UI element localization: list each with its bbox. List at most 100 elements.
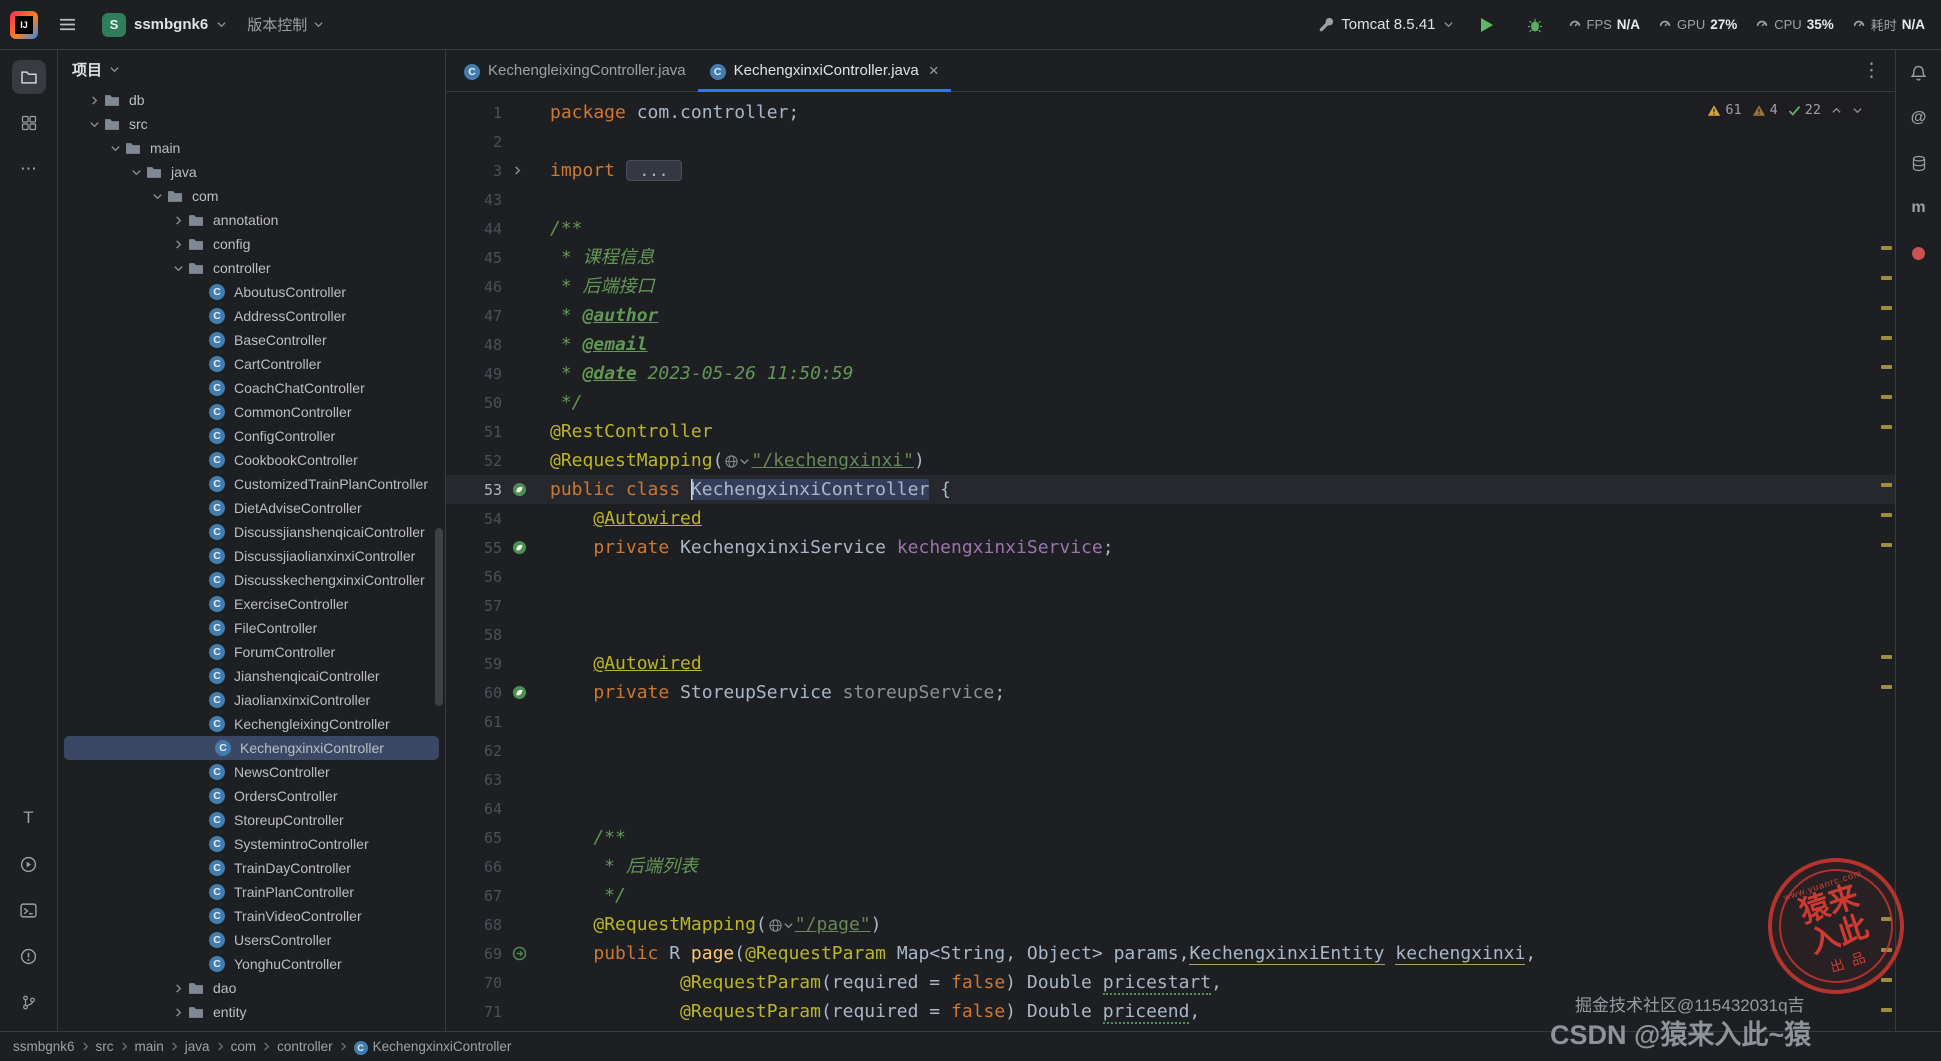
code-text[interactable]: @Autowired xyxy=(550,649,701,678)
code-line[interactable]: 63 xyxy=(446,765,1895,794)
weak-warnings-count[interactable]: 4 xyxy=(1752,102,1778,118)
close-icon[interactable]: × xyxy=(929,61,939,81)
vcs-widget[interactable]: 版本控制 xyxy=(247,14,324,35)
code-text[interactable]: @Autowired xyxy=(550,504,701,533)
line-number[interactable]: 65 xyxy=(446,829,508,847)
error-stripe-mark[interactable] xyxy=(1881,365,1892,369)
tree-item-annotation[interactable]: annotation xyxy=(58,208,445,232)
code-text[interactable]: private StoreupService storeupService; xyxy=(550,678,1005,707)
chevron-right-icon[interactable] xyxy=(85,95,104,106)
error-stripe-mark[interactable] xyxy=(1881,336,1892,340)
code-line[interactable]: 1 package com.controller; xyxy=(446,98,1895,127)
code-line[interactable]: 3 import ... xyxy=(446,156,1895,185)
bean-gutter-icon[interactable] xyxy=(508,685,550,700)
error-stripe-mark[interactable] xyxy=(1881,1008,1892,1012)
tree-item-CartController[interactable]: C CartController xyxy=(58,352,445,376)
code-text[interactable]: public class KechengxinxiController { xyxy=(550,475,951,504)
ai-assistant-icon[interactable]: @ xyxy=(1904,103,1934,133)
code-area[interactable]: 1 package com.controller; 2 3 import ... 43 4… xyxy=(446,98,1895,1026)
code-line[interactable]: 68 @RequestMapping("/page") xyxy=(446,910,1895,939)
tree-item-OrdersController[interactable]: C OrdersController xyxy=(58,784,445,808)
code-text[interactable]: */ xyxy=(550,881,626,910)
breadcrumb-item-main[interactable]: main xyxy=(132,1039,167,1054)
code-text[interactable]: * @date 2023-05-26 11:50:59 xyxy=(550,359,854,388)
code-text[interactable]: * @email xyxy=(550,330,648,359)
services-button[interactable] xyxy=(12,847,46,881)
code-text[interactable]: @RequestParam(required = false) Double p… xyxy=(550,997,1200,1026)
code-line[interactable]: 58 xyxy=(446,620,1895,649)
code-line[interactable]: 50 */ xyxy=(446,388,1895,417)
breadcrumb-item-src[interactable]: src xyxy=(93,1039,117,1054)
code-line[interactable]: 53 public class KechengxinxiController { xyxy=(446,475,1895,504)
tool-window-project-button[interactable] xyxy=(11,60,46,94)
next-problem-icon[interactable] xyxy=(1852,105,1863,116)
tree-scrollbar[interactable] xyxy=(435,528,443,706)
line-number[interactable]: 3 xyxy=(446,162,508,180)
error-stripe-mark[interactable] xyxy=(1881,978,1892,982)
tree-item-KechengleixingController[interactable]: C KechengleixingController xyxy=(58,712,445,736)
code-text[interactable]: @RequestMapping("/page") xyxy=(550,910,881,939)
more-tool-windows-button[interactable]: ⋯ xyxy=(12,152,46,186)
line-number[interactable]: 58 xyxy=(446,626,508,644)
breadcrumb-item-KechengxinxiController[interactable]: C KechengxinxiController xyxy=(351,1039,515,1055)
error-stripe-mark[interactable] xyxy=(1881,246,1892,250)
code-line[interactable]: 43 xyxy=(446,185,1895,214)
code-text[interactable]: * 后端接口 xyxy=(550,272,655,301)
tree-item-CoachChatController[interactable]: C CoachChatController xyxy=(58,376,445,400)
tree-item-FileController[interactable]: C FileController xyxy=(58,616,445,640)
tree-item-CookbookController[interactable]: C CookbookController xyxy=(58,448,445,472)
chevron-down-icon[interactable] xyxy=(85,119,104,130)
line-number[interactable]: 49 xyxy=(446,365,508,383)
run-configuration-selector[interactable]: Tomcat 8.5.41 xyxy=(1319,16,1453,33)
tab-KechengleixingController.java[interactable]: C KechengleixingController.java xyxy=(452,50,698,91)
line-number[interactable]: 54 xyxy=(446,510,508,528)
breadcrumb-item-com[interactable]: com xyxy=(228,1039,260,1054)
chevron-right-icon[interactable] xyxy=(169,215,188,226)
error-stripe-mark[interactable] xyxy=(1881,395,1892,399)
tree-item-YonghuController[interactable]: C YonghuController xyxy=(58,952,445,976)
code-line[interactable]: 62 xyxy=(446,736,1895,765)
tree-item-CustomizedTrainPlanController[interactable]: C CustomizedTrainPlanController xyxy=(58,472,445,496)
tree-item-AboutusController[interactable]: C AboutusController xyxy=(58,280,445,304)
code-text[interactable]: @RestController xyxy=(550,417,713,446)
tree-item-DietAdviseController[interactable]: C DietAdviseController xyxy=(58,496,445,520)
breadcrumb-item-ssmbgnk6[interactable]: ssmbgnk6 xyxy=(10,1039,78,1054)
tree-item-java[interactable]: java xyxy=(58,160,445,184)
tree-item-controller[interactable]: controller xyxy=(58,256,445,280)
code-text[interactable]: * 课程信息 xyxy=(550,243,655,272)
database-icon[interactable] xyxy=(1904,148,1934,178)
code-text[interactable]: private KechengxinxiService kechengxinxi… xyxy=(550,533,1113,562)
line-number[interactable]: 66 xyxy=(446,858,508,876)
line-number[interactable]: 47 xyxy=(446,307,508,325)
tree-item-entity[interactable]: entity xyxy=(58,1000,445,1024)
error-stripe-mark[interactable] xyxy=(1881,543,1892,547)
code-line[interactable]: 65 /** xyxy=(446,823,1895,852)
project-panel-header[interactable]: 项目 xyxy=(58,50,445,88)
project-widget[interactable]: S ssmbgnk6 xyxy=(96,9,233,41)
code-line[interactable]: 2 xyxy=(446,127,1895,156)
editor[interactable]: 1 package com.controller; 2 3 import ... 43 4… xyxy=(446,92,1895,1031)
line-number[interactable]: 50 xyxy=(446,394,508,412)
code-line[interactable]: 60 private StoreupService storeupService… xyxy=(446,678,1895,707)
chevron-down-icon[interactable] xyxy=(148,191,167,202)
line-number[interactable]: 55 xyxy=(446,539,508,557)
code-text[interactable]: package com.controller; xyxy=(550,98,799,127)
line-number[interactable]: 70 xyxy=(446,974,508,992)
breadcrumb-item-java[interactable]: java xyxy=(182,1039,213,1054)
line-number[interactable]: 2 xyxy=(446,133,508,151)
line-number[interactable]: 63 xyxy=(446,771,508,789)
code-line[interactable]: 61 xyxy=(446,707,1895,736)
passed-inspections-count[interactable]: 22 xyxy=(1788,102,1821,118)
tree-item-CommonController[interactable]: C CommonController xyxy=(58,400,445,424)
tree-item-dao[interactable]: dao xyxy=(58,976,445,1000)
code-line[interactable]: 67 */ xyxy=(446,881,1895,910)
chevron-down-icon[interactable] xyxy=(169,263,188,274)
line-number[interactable]: 60 xyxy=(446,684,508,702)
error-stripe-mark[interactable] xyxy=(1881,483,1892,487)
line-number[interactable]: 43 xyxy=(446,191,508,209)
tree-item-main[interactable]: main xyxy=(58,136,445,160)
code-text[interactable]: * @author xyxy=(550,301,659,330)
error-stripe-mark[interactable] xyxy=(1881,513,1892,517)
tab-KechengxinxiController.java[interactable]: C KechengxinxiController.java × xyxy=(697,50,951,92)
code-text[interactable]: import ... xyxy=(550,156,683,185)
